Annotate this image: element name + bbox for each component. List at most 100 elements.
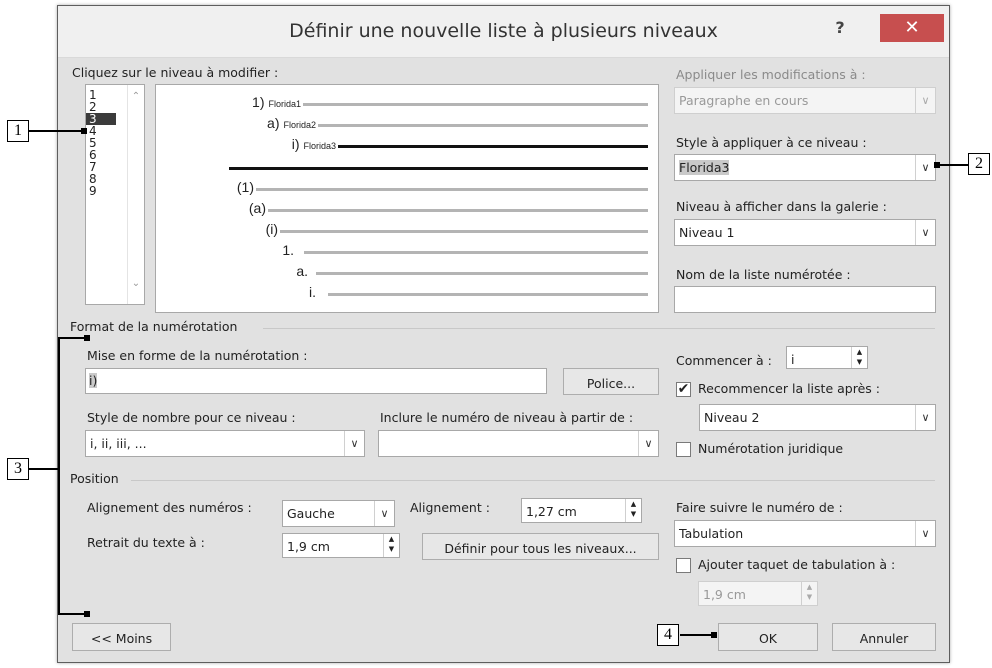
preview-line-label: 1) Florida1 [252,94,301,110]
preview-line [229,167,648,170]
callout-3-line [29,468,59,470]
preview-pane[interactable]: 1) Florida1 a) Florida2 i) Florida3 (1) (a) (i) 1… [155,84,659,313]
start-spinner[interactable]: i ▲ ▼ [786,346,868,369]
apply-dropdown: Paragraphe en cours ∨ [674,87,936,114]
chevron-down-icon: ∨ [915,88,935,113]
chevron-down-icon[interactable]: ∨ [915,405,935,430]
spinner-arrows-icon: ▲ ▼ [801,582,817,605]
apply-value: Paragraphe en cours [679,93,809,108]
preview-line-label: i) Florida3 [292,136,336,152]
callout-2-line [938,164,969,166]
preview-line-label: a) Florida2 [267,115,316,131]
spinner-arrows-icon[interactable]: ▲ ▼ [851,347,867,368]
chevron-down-icon[interactable]: ∨ [915,521,935,546]
callout-2-dot [934,162,940,168]
restart-value: Niveau 2 [704,410,760,425]
callout-4-line [680,634,714,636]
callout-3-top-arm [58,337,86,339]
callout-1-dot [81,128,87,134]
preview-line-style: Florida2 [283,120,316,130]
chevron-down-icon[interactable]: ∨ [638,431,658,456]
align-dropdown[interactable]: Gauche ∨ [282,500,395,527]
title-bar: Définir une nouvelle liste à plusieurs n… [58,6,949,58]
alignment-value: 1,27 cm [526,504,577,519]
start-label: Commencer à : [676,353,772,368]
preview-line-style: Florida3 [303,141,336,151]
follow-label: Faire suivre le numéro de : [676,500,843,515]
preview-line-label: (1) [237,179,254,195]
spinner-arrows-icon[interactable]: ▲ ▼ [383,534,399,557]
position-section-title: Position [70,471,119,486]
help-button[interactable]: ? [826,18,854,42]
indent-spinner[interactable]: 1,9 cm ▲ ▼ [282,533,400,558]
callout-3-bracket [58,337,60,614]
ok-button[interactable]: OK [718,623,818,651]
listname-input[interactable] [674,286,936,313]
preview-line-label: 1. [282,242,294,258]
chevron-down-icon[interactable]: ∨ [915,220,935,245]
preview-line [280,230,648,233]
tabstop-spinner: 1,9 cm ▲ ▼ [698,581,818,606]
restart-checkbox[interactable]: ✔ [676,382,691,397]
callout-4-dot [711,632,717,638]
level-list-scrollbar[interactable]: ⌃ ⌄ [127,85,144,304]
format-section-title: Format de la numérotation [70,319,238,334]
scroll-up-icon[interactable]: ⌃ [128,91,144,102]
preview-line-number: i. [309,284,316,300]
preview-line [304,251,648,254]
callout-2: 2 [968,153,990,175]
gallery-dropdown[interactable]: Niveau 1 ∨ [674,219,936,246]
align-value: Gauche [287,506,335,521]
preview-line [303,103,648,106]
scroll-down-icon[interactable]: ⌄ [128,278,144,289]
less-button[interactable]: << Moins [72,623,171,651]
callout-1-line [29,130,84,132]
include-dropdown[interactable]: ∨ [378,430,659,457]
legal-checkbox[interactable] [676,442,691,457]
restart-label: Recommencer la liste après : [698,381,880,396]
callout-4: 4 [657,624,679,646]
tabstop-checkbox[interactable] [676,558,691,573]
number-style-value: i, ii, iii, ... [90,436,147,451]
level-item-9[interactable]: 9 [86,185,116,197]
set-all-levels-button[interactable]: Définir pour tous les niveaux... [422,533,659,560]
style-dropdown[interactable]: Florida3 ∨ [674,154,936,181]
preview-line-number: (1) [236,179,254,195]
dialog-window: Définir une nouvelle liste à plusieurs n… [57,5,950,663]
dialog-title: Définir une nouvelle liste à plusieurs n… [289,20,718,42]
number-style-dropdown[interactable]: i, ii, iii, ... ∨ [85,430,365,457]
restart-dropdown[interactable]: Niveau 2 ∨ [699,404,936,431]
follow-dropdown[interactable]: Tabulation ∨ [674,520,936,547]
level-label: Cliquez sur le niveau à modifier : [72,65,279,80]
tabstop-value: 1,9 cm [703,587,746,602]
chevron-down-icon[interactable]: ∨ [374,501,394,526]
chevron-down-icon[interactable]: ∨ [344,431,364,456]
apply-label: Appliquer les modifications à : [676,67,866,82]
mise-input[interactable]: i) [85,368,547,394]
cancel-button[interactable]: Annuler [832,623,936,651]
mise-value: i) [89,373,98,388]
callout-3-bottom-arm [58,613,86,615]
start-value: i [791,352,795,367]
preview-line [318,124,648,127]
preview-line [338,145,648,148]
preview-line-number: 1. [282,242,294,258]
style-label: Style à appliquer à ce niveau : [676,135,867,150]
mise-label: Mise en forme de la numérotation : [87,348,308,363]
preview-line-style: Florida1 [268,99,301,109]
spinner-arrows-icon[interactable]: ▲ ▼ [625,499,641,522]
callout-1: 1 [7,120,29,142]
style-value: Florida3 [679,160,730,175]
gallery-value: Niveau 1 [679,225,735,240]
police-button[interactable]: Police... [563,368,659,395]
preview-line-number: (i) [265,221,278,237]
alignment-spinner[interactable]: 1,27 cm ▲ ▼ [521,498,642,523]
close-icon: ✕ [904,17,920,38]
align-label: Alignement des numéros : [87,500,252,515]
close-button[interactable]: ✕ [880,14,944,42]
position-divider [131,480,935,481]
preview-line-label: (a) [249,200,266,216]
preview-line [316,272,648,275]
preview-line-number: a. [296,263,308,279]
chevron-down-icon[interactable]: ∨ [915,155,935,180]
